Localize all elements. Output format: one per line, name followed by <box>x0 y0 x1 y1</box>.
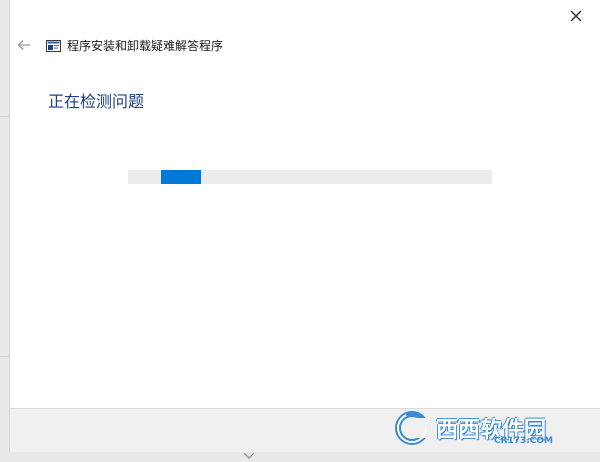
footer-bar: 西西软件园 CR173.COM <box>10 408 600 452</box>
window-title: 程序安装和卸载疑难解答程序 <box>67 39 224 53</box>
watermark: 西西软件园 CR173.COM <box>392 410 582 446</box>
divider <box>0 116 9 117</box>
back-arrow-icon <box>17 40 30 50</box>
troubleshooter-app-icon <box>46 40 61 52</box>
close-button[interactable] <box>566 6 586 26</box>
progress-bar <box>128 170 492 184</box>
troubleshooter-window: 程序安装和卸载疑难解答程序 正在检测问题 西西软件园 CR173.COM <box>9 0 600 452</box>
back-button[interactable] <box>15 36 33 54</box>
watermark-logo-icon <box>395 411 436 445</box>
chevron-down-icon <box>242 452 256 460</box>
progress-indicator <box>160 170 201 184</box>
watermark-subtext: CR173.COM <box>494 436 553 446</box>
close-icon <box>570 10 582 22</box>
divider <box>0 356 9 357</box>
page-heading: 正在检测问题 <box>48 92 145 111</box>
